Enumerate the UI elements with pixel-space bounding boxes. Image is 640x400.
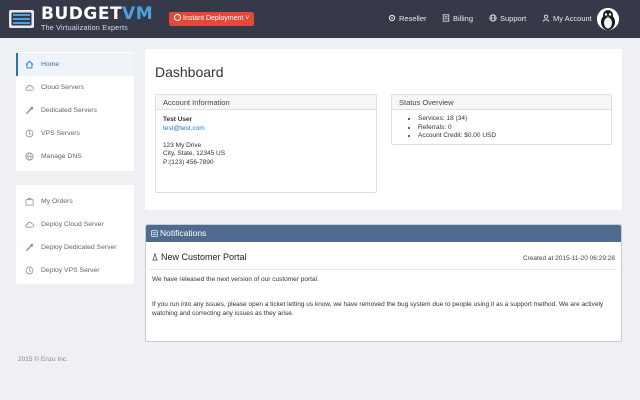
flask-icon — [152, 253, 158, 261]
sidebar-orders-menu: My Orders Deploy Cloud Server Deploy Ded… — [16, 185, 134, 284]
status-list: Services: 18 (34) Referrals: 0 Account C… — [392, 110, 611, 141]
sidebar-item-vps-servers[interactable]: VPS Servers — [16, 122, 134, 145]
dashboard-card: Dashboard Account Information Test User … — [145, 49, 622, 210]
status-referrals: Referrals: 0 — [418, 124, 603, 133]
status-overview-panel: Status Overview Services: 18 (34) Referr… — [391, 94, 612, 145]
sidebar-item-deploy-dedicated-server[interactable]: Deploy Dedicated Server — [16, 236, 134, 259]
home-icon — [25, 60, 34, 69]
notification-divider — [150, 269, 617, 270]
vps-icon — [25, 129, 34, 138]
brand-name: BUDGETVM — [41, 4, 154, 24]
clock-icon — [174, 14, 181, 21]
account-information-panel: Account Information Test User test@test.… — [155, 94, 377, 193]
brand-logo[interactable]: BUDGETVM The Virtualization Experts — [8, 5, 164, 33]
server-icon — [26, 106, 34, 114]
account-address-line-2: City, State, 12345 US — [163, 150, 226, 157]
penguin-avatar-icon — [597, 8, 619, 30]
nav-support[interactable]: Support — [489, 13, 526, 25]
notifications-header: Notifications — [146, 225, 621, 242]
sidebar-item-deploy-cloud-server[interactable]: Deploy Cloud Server — [16, 213, 134, 236]
notifications-icon — [151, 229, 158, 237]
avatar[interactable] — [597, 8, 619, 30]
sidebar-item-dedicated-servers[interactable]: Dedicated Servers — [16, 99, 134, 122]
globe-icon — [25, 152, 34, 161]
user-icon — [542, 14, 550, 22]
sidebar-item-my-orders[interactable]: My Orders — [16, 190, 134, 213]
sidebar-item-cloud-servers[interactable]: Cloud Servers — [16, 76, 134, 99]
sidebar-item-manage-dns[interactable]: Manage DNS — [16, 145, 134, 168]
cloud-icon — [25, 221, 34, 228]
notification-paragraph-1: We have released the next version of our… — [152, 276, 319, 283]
billing-icon — [442, 14, 450, 22]
instant-deployment-button[interactable]: Instant Deployment ˅ — [169, 12, 255, 26]
page-title: Dashboard — [155, 64, 224, 80]
nav-my-account[interactable]: My Account — [542, 13, 592, 25]
gear-icon — [388, 14, 396, 22]
sidebar-item-home[interactable]: Home — [16, 53, 134, 76]
nav-billing[interactable]: Billing — [442, 13, 473, 25]
account-information-heading: Account Information — [156, 95, 376, 110]
account-name: Test User — [163, 116, 193, 123]
footer-copyright: 2015 © Enzu Inc. — [18, 356, 68, 363]
brand-tagline: The Virtualization Experts — [41, 23, 128, 32]
top-bar: BUDGETVM The Virtualization Experts Inst… — [0, 0, 640, 38]
notification-title: New Customer Portal — [152, 252, 247, 262]
logo-mark-icon — [9, 10, 34, 28]
account-phone: P:(123) 456-7890 — [163, 158, 214, 166]
server-icon — [26, 243, 34, 251]
vps-icon — [25, 266, 34, 275]
notification-created-date: Created at 2015-11-20 06:29:28 — [522, 255, 615, 262]
nav-reseller[interactable]: Reseller — [388, 13, 427, 25]
sidebar-main-menu: Home Cloud Servers Dedicated Servers VPS… — [16, 52, 134, 171]
notification-paragraph-2: If you run into any issues, please open … — [152, 301, 604, 317]
account-email-link[interactable]: test@test.com — [163, 125, 369, 134]
orders-icon — [25, 197, 34, 206]
status-overview-heading: Status Overview — [392, 95, 611, 110]
sidebar-item-deploy-vps-server[interactable]: Deploy VPS Server — [16, 259, 134, 282]
status-services: Services: 18 (34) — [418, 115, 603, 124]
account-address-line-1: 123 My Drive — [163, 141, 202, 149]
cloud-icon — [25, 84, 34, 91]
globe-icon — [489, 14, 497, 22]
notifications-panel: Notifications New Customer Portal Create… — [145, 224, 622, 342]
status-account-credit: Account Credit: $0.00 USD — [418, 132, 603, 141]
